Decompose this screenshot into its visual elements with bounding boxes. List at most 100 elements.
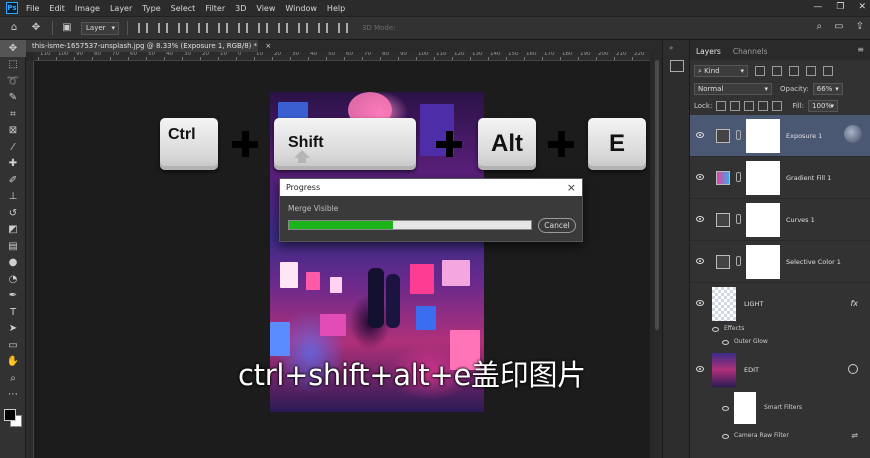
align-middle-icon[interactable]	[218, 23, 228, 33]
filter-pixel-icon[interactable]	[755, 65, 765, 76]
maximize-icon[interactable]: ❐	[836, 2, 844, 12]
blur-tool-icon[interactable]: ●	[0, 255, 26, 272]
layer-mask-thumbnail[interactable]	[746, 119, 780, 153]
link-icon[interactable]	[736, 214, 741, 224]
history-brush-tool-icon[interactable]: ↺	[0, 205, 26, 222]
lock-all-icon[interactable]	[772, 100, 783, 111]
cancel-button[interactable]: Cancel	[538, 218, 576, 233]
filter-smart-object-icon[interactable]	[823, 65, 833, 76]
marquee-tool-icon[interactable]: ⬚	[0, 57, 26, 74]
more-tools-icon[interactable]: ⋯	[0, 387, 26, 404]
vertical-scrollbar[interactable]	[653, 54, 661, 458]
path-selection-tool-icon[interactable]: ➤	[0, 321, 26, 338]
menu-type[interactable]: Type	[142, 4, 160, 13]
auto-select-target-dropdown[interactable]: Layer	[81, 21, 119, 35]
color-swatches[interactable]	[0, 403, 26, 433]
visibility-eye-icon[interactable]	[722, 434, 729, 439]
type-tool-icon[interactable]: T	[0, 304, 26, 321]
layer-row-curves[interactable]: Curves 1	[690, 199, 870, 241]
tab-channels[interactable]: Channels	[727, 47, 774, 60]
brush-tool-icon[interactable]: ✐	[0, 172, 26, 189]
smart-filter-mask-thumbnail[interactable]	[734, 392, 756, 424]
outer-glow-row[interactable]: Outer Glow	[690, 336, 870, 349]
link-icon[interactable]	[736, 256, 741, 266]
visibility-eye-icon[interactable]	[722, 340, 729, 345]
lock-transparent-icon[interactable]	[716, 100, 727, 111]
layer-name[interactable]: Selective Color 1	[786, 258, 841, 266]
visibility-eye-icon[interactable]	[696, 300, 704, 306]
pen-tool-icon[interactable]: ✒	[0, 288, 26, 305]
lock-position-icon[interactable]	[744, 100, 755, 111]
filter-options-icon[interactable]: ⇌	[851, 431, 858, 440]
history-panel-icon[interactable]	[670, 60, 684, 72]
effects-row[interactable]: Effects	[690, 323, 870, 336]
filter-kind-dropdown[interactable]: ⌕ Kind	[694, 64, 748, 77]
distribute-vertical-icon[interactable]	[318, 23, 328, 33]
auto-select-checkbox[interactable]: ▣	[59, 21, 75, 35]
filter-shape-icon[interactable]	[806, 65, 816, 76]
layer-name[interactable]: Curves 1	[786, 216, 815, 224]
visibility-eye-icon[interactable]	[696, 216, 704, 222]
move-tool-icon[interactable]: ✥	[28, 21, 44, 35]
blend-mode-dropdown[interactable]: Normal	[694, 82, 772, 95]
menu-window[interactable]: Window	[285, 4, 317, 13]
menu-3d[interactable]: 3D	[235, 4, 246, 13]
layer-mask-thumbnail[interactable]	[746, 161, 780, 195]
menu-file[interactable]: File	[26, 4, 39, 13]
filter-type-icon[interactable]	[789, 65, 799, 76]
visibility-eye-icon[interactable]	[696, 258, 704, 264]
share-icon[interactable]: ⇪	[856, 21, 864, 32]
layer-mask-thumbnail[interactable]	[746, 245, 780, 279]
eraser-tool-icon[interactable]: ◩	[0, 222, 26, 239]
distribute-horizontal-icon[interactable]	[298, 23, 308, 33]
visibility-eye-icon[interactable]	[696, 132, 704, 138]
lasso-tool-icon[interactable]: ➰	[0, 73, 26, 90]
layer-name[interactable]: Exposure 1	[786, 132, 822, 140]
fill-field[interactable]: 100%	[808, 99, 839, 112]
scrollbar-thumb[interactable]	[655, 60, 659, 330]
tab-layers[interactable]: Layers	[690, 47, 727, 60]
link-icon[interactable]	[736, 130, 741, 140]
align-bottom-icon[interactable]	[238, 23, 248, 33]
move-tool-icon[interactable]: ✥	[0, 40, 26, 57]
align-left-icon[interactable]	[138, 23, 148, 33]
crop-tool-icon[interactable]: ⌗	[0, 106, 26, 123]
panel-menu-icon[interactable]: ≡	[857, 45, 864, 54]
opacity-field[interactable]: 66%	[812, 82, 843, 95]
menu-view[interactable]: View	[256, 4, 275, 13]
dodge-tool-icon[interactable]: ◔	[0, 271, 26, 288]
search-icon[interactable]: ⌕	[817, 21, 823, 32]
visibility-eye-icon[interactable]	[696, 366, 704, 372]
healing-brush-tool-icon[interactable]: ✚	[0, 156, 26, 173]
align-top-icon[interactable]	[198, 23, 208, 33]
layer-thumbnail[interactable]	[712, 353, 736, 387]
filter-adjustment-icon[interactable]	[772, 65, 782, 76]
fx-icon[interactable]: fx	[850, 299, 858, 308]
minimize-icon[interactable]: —	[813, 2, 822, 12]
hand-tool-icon[interactable]: ✋	[0, 354, 26, 371]
layer-row-edit[interactable]: EDIT	[690, 349, 870, 391]
layer-name[interactable]: EDIT	[744, 366, 759, 374]
close-icon[interactable]: ×	[567, 179, 576, 196]
menu-image[interactable]: Image	[75, 4, 100, 13]
more-options-icon[interactable]	[338, 23, 348, 33]
distribute-icon[interactable]	[258, 23, 268, 33]
document-tab[interactable]: this-isme-1657537-unsplash.jpg @ 8.33% (…	[26, 40, 271, 52]
layer-thumbnail[interactable]	[712, 287, 736, 321]
menu-help[interactable]: Help	[327, 4, 345, 13]
zoom-tool-icon[interactable]: ⌕	[0, 370, 26, 387]
align-center-icon[interactable]	[158, 23, 168, 33]
align-right-icon[interactable]	[178, 23, 188, 33]
layer-name[interactable]: LIGHT	[744, 300, 763, 308]
layer-row-exposure[interactable]: Exposure 1	[690, 115, 870, 157]
menu-select[interactable]: Select	[171, 4, 196, 13]
quick-select-tool-icon[interactable]: ✎	[0, 90, 26, 107]
smart-filters-row[interactable]: Smart Filters	[690, 392, 870, 428]
frame-tool-icon[interactable]: ⊠	[0, 123, 26, 140]
collapse-panels-icon[interactable]: »	[669, 44, 673, 52]
layer-mask-thumbnail[interactable]	[746, 203, 780, 237]
close-tab-icon[interactable]: ×	[265, 42, 271, 50]
layer-row-selective-color[interactable]: Selective Color 1	[690, 241, 870, 283]
rectangle-tool-icon[interactable]: ▭	[0, 337, 26, 354]
layer-row-gradient-fill[interactable]: Gradient Fill 1	[690, 157, 870, 199]
